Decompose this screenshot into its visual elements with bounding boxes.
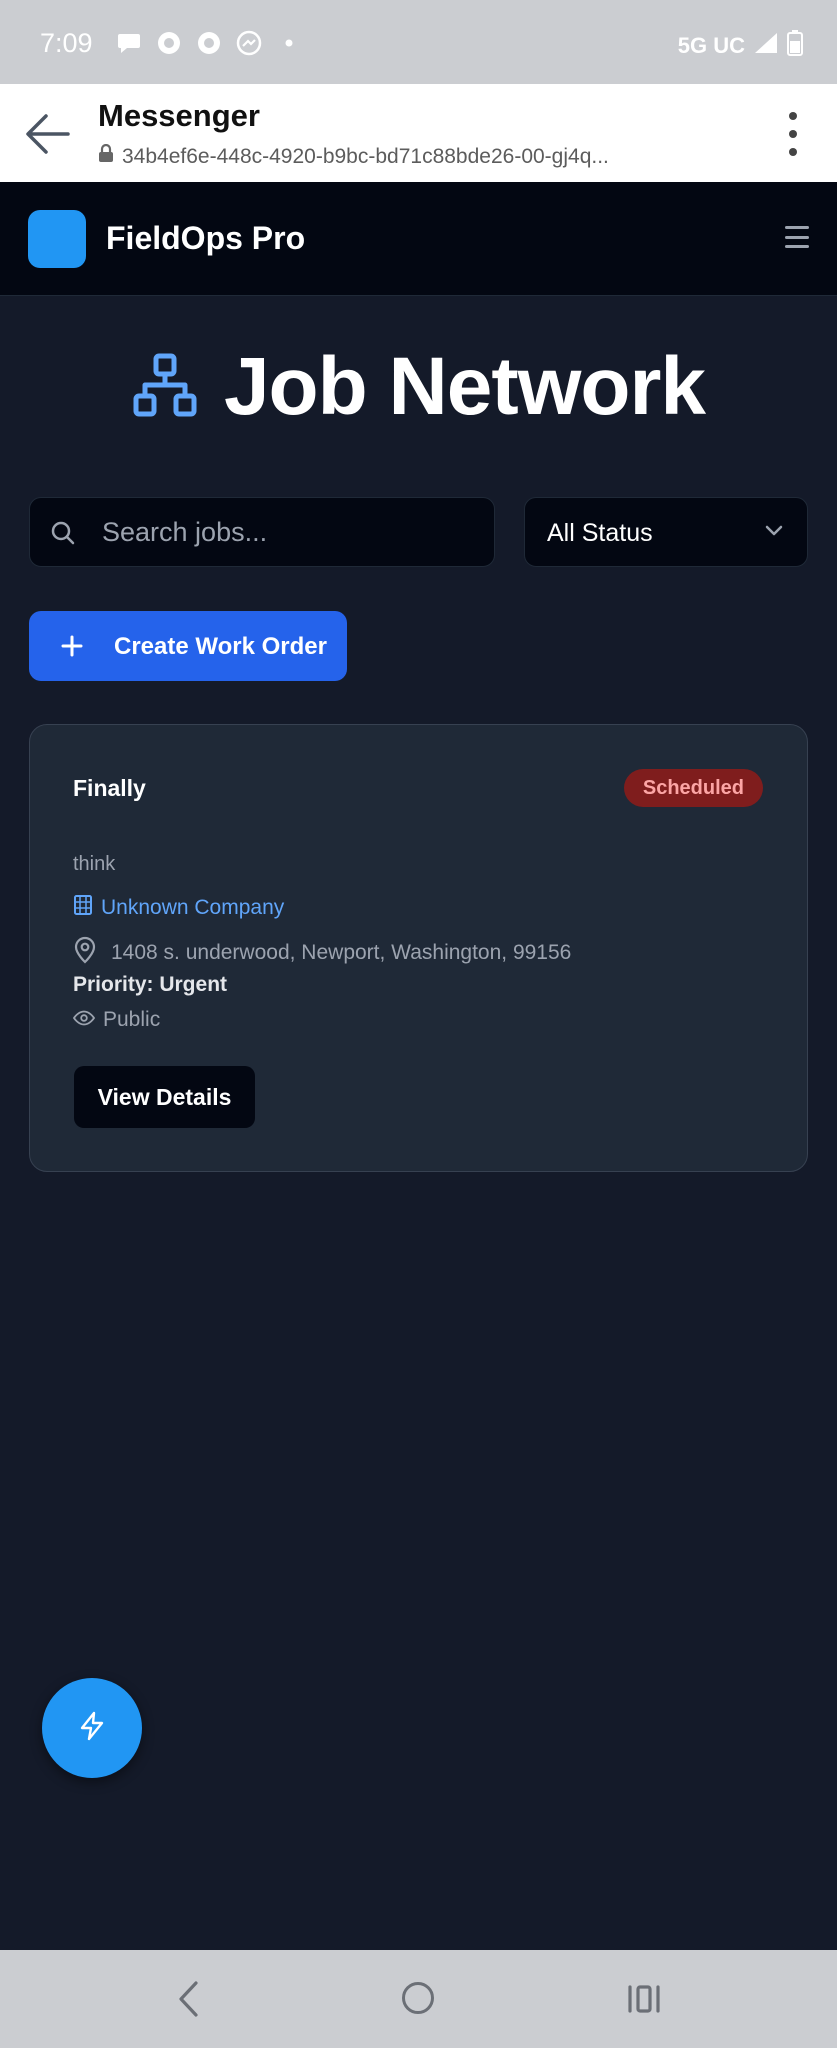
chat-bubble-icon [116, 30, 142, 56]
status-filter-value: All Status [547, 519, 653, 547]
lightning-icon [78, 1711, 106, 1746]
job-title: Finally [73, 775, 146, 801]
system-status-bar: 7:09 5G UC [0, 0, 837, 84]
view-details-button[interactable]: View Details [74, 1066, 255, 1128]
nav-home-icon[interactable] [402, 1982, 434, 2014]
building-icon [73, 894, 93, 922]
create-work-order-label: Create Work Order [114, 633, 327, 660]
location-pin-icon [73, 936, 97, 970]
page-heading: Job Network [0, 340, 837, 434]
more-notifications-dot-icon [276, 30, 302, 56]
messenger-icon [236, 30, 262, 56]
system-navigation-bar [0, 1950, 837, 2048]
plus-icon [59, 633, 85, 664]
search-input[interactable] [102, 498, 482, 566]
browser-url[interactable]: 34b4ef6e-448c-4920-b9bc-bd71c88bde26-00-… [98, 143, 609, 169]
app-logo[interactable] [28, 210, 86, 268]
job-address: 1408 s. underwood, Newport, Washington, … [73, 936, 571, 970]
company-name: Unknown Company [101, 896, 285, 919]
page-title: Job Network [223, 341, 706, 432]
sitemap-icon [132, 352, 198, 423]
back-arrow-icon[interactable] [24, 112, 70, 156]
app-notification-icon [156, 30, 182, 56]
job-visibility: Public [72, 1008, 161, 1032]
in-app-browser-bar: Messenger 34b4ef6e-448c-4920-b9bc-bd71c8… [0, 84, 837, 182]
status-right: 5G UC [678, 30, 803, 62]
hamburger-menu-icon[interactable] [785, 226, 809, 248]
search-box[interactable] [29, 497, 495, 567]
browser-title: Messenger [98, 98, 260, 133]
nav-recents-icon[interactable] [627, 1984, 661, 2019]
job-description: think [73, 853, 116, 875]
job-company[interactable]: Unknown Company [73, 894, 284, 922]
app-header: FieldOps Pro [0, 182, 837, 296]
chevron-down-icon [765, 523, 783, 541]
status-time: 7:09 [40, 28, 93, 58]
address-text: 1408 s. underwood, Newport, Washington, … [111, 941, 572, 964]
visibility-text: Public [103, 1008, 161, 1031]
quick-action-fab[interactable] [42, 1678, 142, 1778]
search-icon [50, 520, 76, 551]
status-badge: Scheduled [623, 769, 763, 807]
signal-icon [753, 32, 779, 60]
app-notification-icon [196, 30, 222, 56]
job-priority: Priority: Urgent [73, 973, 228, 996]
browser-more-menu-icon[interactable] [787, 112, 799, 156]
nav-back-icon[interactable] [176, 1980, 200, 2023]
eye-icon [72, 1008, 96, 1032]
create-work-order-button[interactable]: Create Work Order [29, 611, 347, 681]
lock-icon [98, 143, 114, 169]
app-name: FieldOps Pro [106, 220, 306, 256]
network-type: 5G UC [677, 33, 745, 58]
notification-icons [116, 30, 302, 56]
url-text: 34b4ef6e-448c-4920-b9bc-bd71c88bde26-00-… [122, 144, 609, 168]
job-card: Finally Scheduled think Unknown Company … [29, 724, 808, 1172]
status-filter-select[interactable]: All Status [524, 497, 808, 567]
battery-icon [787, 30, 803, 62]
